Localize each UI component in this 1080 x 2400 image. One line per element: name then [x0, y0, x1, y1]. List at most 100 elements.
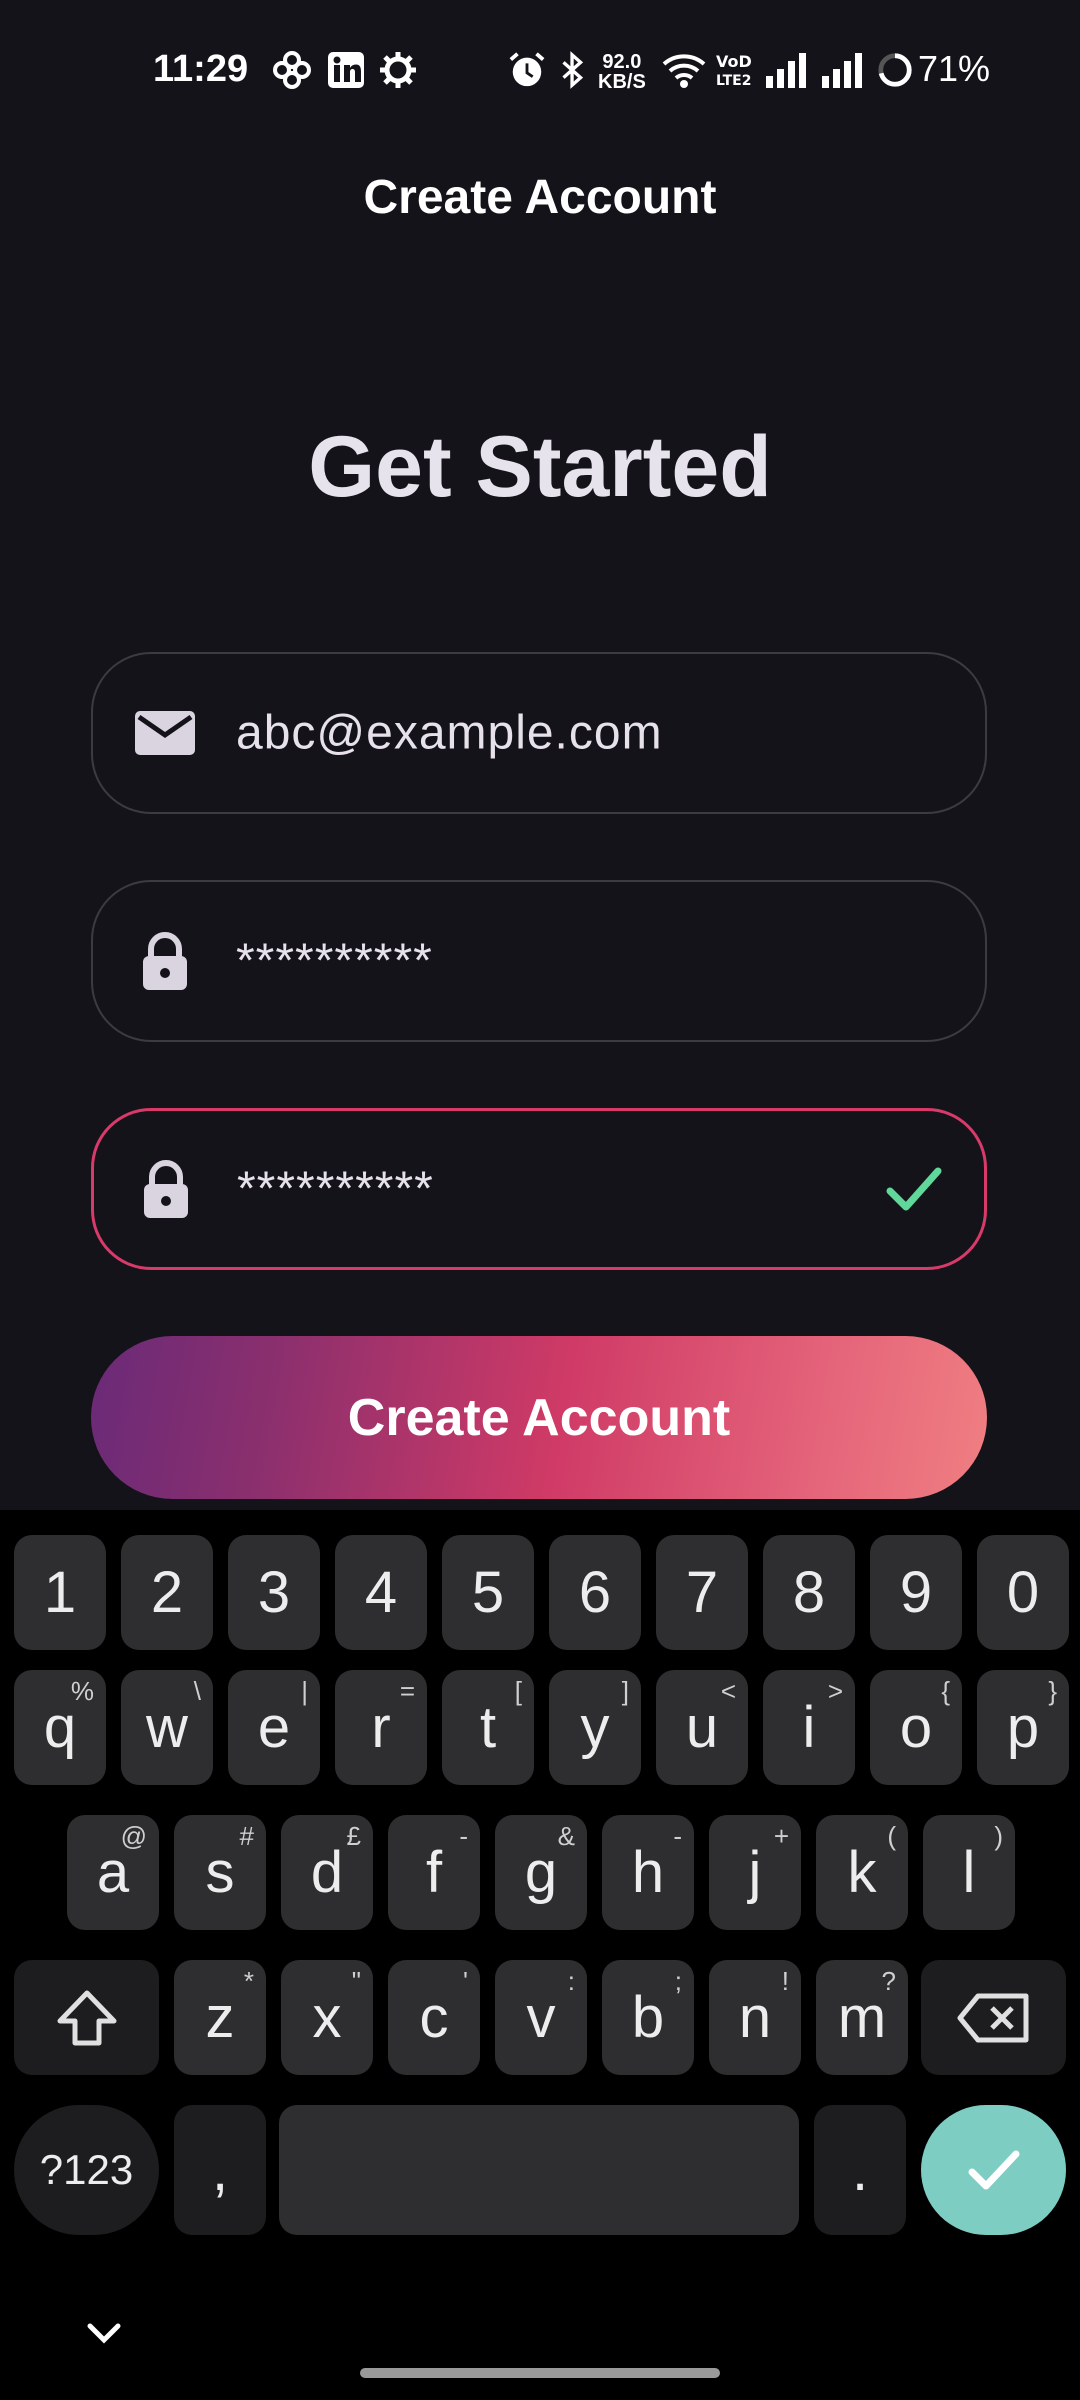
key-c[interactable]: c ' [388, 1960, 480, 2075]
shift-icon [57, 1990, 116, 2045]
key-g[interactable]: g & [495, 1815, 587, 1930]
key-label: o [899, 1695, 933, 1760]
key-hint: ; [674, 1966, 682, 1996]
key-label: e [257, 1695, 291, 1760]
status-bar: 11:29 92.0 KB/S VoD LTE2 71% [0, 0, 1080, 150]
symbols-key[interactable]: ?123 [14, 2105, 159, 2235]
key-hint: # [239, 1821, 254, 1851]
bluetooth-icon [562, 51, 584, 89]
checkmark-icon [968, 2150, 1019, 2190]
shift-key[interactable] [14, 1960, 159, 2075]
key-e[interactable]: e | [228, 1670, 320, 1785]
key-b[interactable]: b; [602, 1960, 694, 2075]
checkmark-icon [886, 1167, 942, 1211]
key-label: b [631, 1985, 665, 2050]
key-k[interactable]: k( [816, 1815, 908, 1930]
key-label: u [685, 1695, 719, 1760]
key-label: d [310, 1840, 344, 1905]
key-6[interactable]: 6 [549, 1535, 641, 1650]
key-w[interactable]: w \ [121, 1670, 213, 1785]
key-hint: ? [881, 1966, 896, 1996]
key-hint: ! [781, 1966, 789, 1996]
signal-icon [766, 53, 806, 88]
space-key[interactable] [279, 2105, 799, 2235]
enter-key[interactable] [921, 2105, 1066, 2235]
key-1[interactable]: 1 [14, 1535, 106, 1650]
key-9[interactable]: 9 [870, 1535, 962, 1650]
key-label: y [580, 1695, 610, 1760]
key-v[interactable]: v: [495, 1960, 587, 2075]
alarm-icon [509, 52, 545, 87]
key-t[interactable]: t[ [442, 1670, 534, 1785]
key-label: w [146, 1695, 188, 1760]
key-y[interactable]: y] [549, 1670, 641, 1785]
key-o[interactable]: o{ [870, 1670, 962, 1785]
key-label: v [526, 1985, 556, 2050]
key-label: x [312, 1985, 342, 2050]
key-l[interactable]: l) [923, 1815, 1015, 1930]
key-label: s [205, 1840, 235, 1905]
key-h[interactable]: h- [602, 1815, 694, 1930]
key-label: z [205, 1985, 235, 2050]
key-0[interactable]: 0 [977, 1535, 1069, 1650]
comma-key[interactable]: , [174, 2105, 266, 2235]
key-hint: [ [514, 1676, 522, 1706]
key-label: f [425, 1840, 443, 1905]
confirm-password-field[interactable]: ********** [91, 1108, 987, 1270]
key-i[interactable]: i > [763, 1670, 855, 1785]
key-label: j [748, 1840, 762, 1905]
key-label: m [837, 1985, 887, 2050]
key-7[interactable]: 7 [656, 1535, 748, 1650]
password-value: ********** [236, 934, 433, 988]
key-label: p [1006, 1695, 1040, 1760]
key-hint: * [243, 1966, 254, 1996]
key-x[interactable]: x " [281, 1960, 373, 2075]
key-hint: : [567, 1966, 575, 1996]
key-hint: + [773, 1821, 789, 1851]
chevron-down-icon[interactable] [82, 2318, 126, 2348]
key-d[interactable]: d £ [281, 1815, 373, 1930]
password-field[interactable]: ********** [91, 880, 987, 1042]
key-s[interactable]: s # [174, 1815, 266, 1930]
key-f[interactable]: f- [388, 1815, 480, 1930]
key-a[interactable]: a @ [67, 1815, 159, 1930]
key-label: l [962, 1840, 976, 1905]
key-label: c [419, 1985, 449, 2050]
key-hint: ( [887, 1821, 896, 1851]
key-hint: \ [193, 1676, 201, 1706]
home-indicator[interactable] [360, 2368, 720, 2378]
key-2[interactable]: 2 [121, 1535, 213, 1650]
key-label: 3 [257, 1560, 291, 1625]
key-j[interactable]: j + [709, 1815, 801, 1930]
key-p[interactable]: p} [977, 1670, 1069, 1785]
backspace-icon [957, 1993, 1028, 2042]
key-hint: @ [120, 1821, 147, 1851]
key-4[interactable]: 4 [335, 1535, 427, 1650]
key-q[interactable]: q% [14, 1670, 106, 1785]
key-8[interactable]: 8 [763, 1535, 855, 1650]
key-hint: < [720, 1676, 736, 1706]
net-speed: 92.0 KB/S [598, 52, 646, 92]
key-n[interactable]: n! [709, 1960, 801, 2075]
key-label: ?123 [39, 2146, 134, 2193]
key-label: 8 [792, 1560, 826, 1625]
key-z[interactable]: z * [174, 1960, 266, 2075]
key-label: 0 [1006, 1560, 1040, 1625]
key-r[interactable]: r = [335, 1670, 427, 1785]
create-account-button[interactable]: Create Account [91, 1336, 987, 1499]
key-u[interactable]: u < [656, 1670, 748, 1785]
key-label: 4 [364, 1560, 398, 1625]
email-value: abc@example.com [236, 706, 663, 760]
period-key[interactable]: . [814, 2105, 906, 2235]
key-hint: " [351, 1966, 361, 1996]
mail-icon [135, 711, 195, 755]
key-3[interactable]: 3 [228, 1535, 320, 1650]
backspace-key[interactable] [921, 1960, 1066, 2075]
key-hint: { [941, 1676, 950, 1706]
key-5[interactable]: 5 [442, 1535, 534, 1650]
key-m[interactable]: m? [816, 1960, 908, 2075]
key-label: 2 [150, 1560, 184, 1625]
email-field[interactable]: abc@example.com [91, 652, 987, 814]
key-hint: ) [994, 1821, 1003, 1851]
page-headline: Get Started [308, 419, 772, 515]
